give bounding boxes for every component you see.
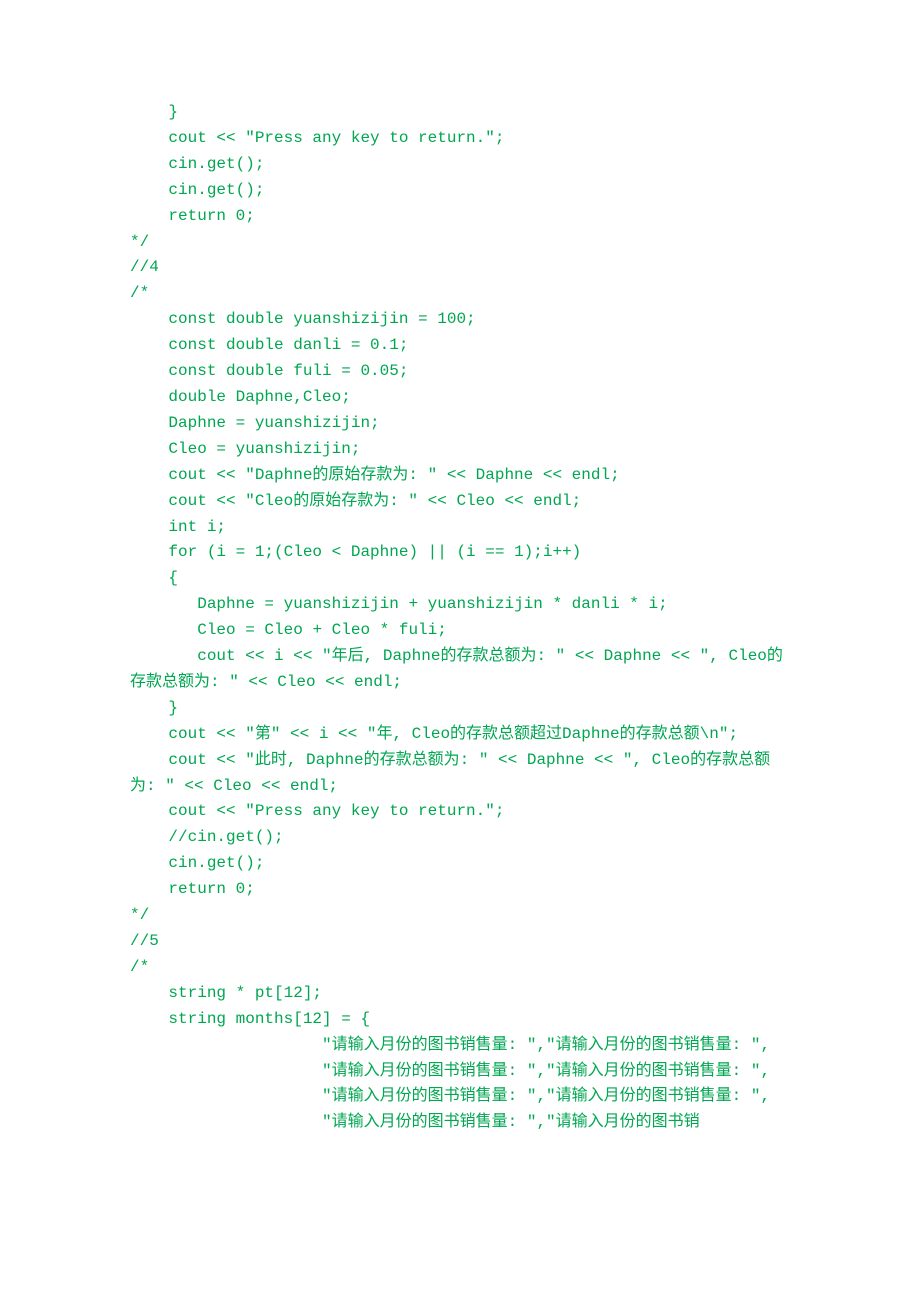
code-document: } cout << "Press any key to return."; ci… <box>0 0 920 1302</box>
code-content: } cout << "Press any key to return."; ci… <box>130 103 783 1131</box>
